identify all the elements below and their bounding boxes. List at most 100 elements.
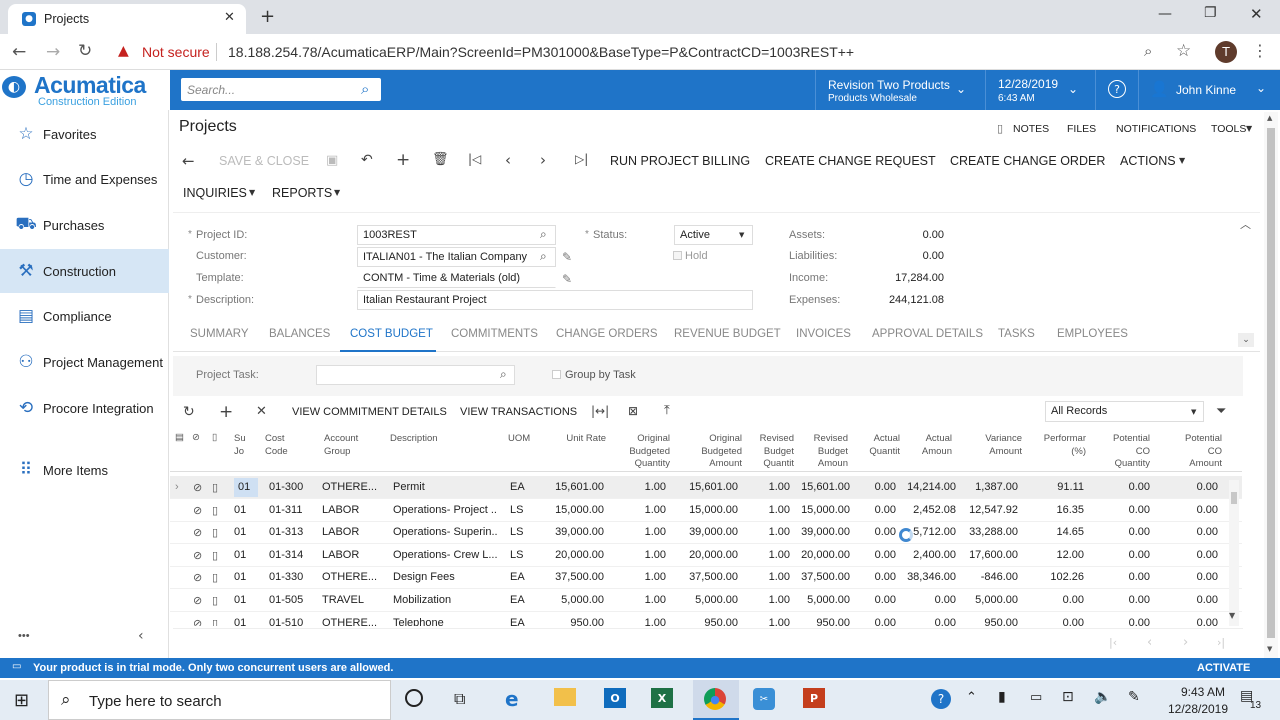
cell-original-amount[interactable]: 15,601.00 [670, 481, 738, 493]
hold-checkbox[interactable] [673, 251, 682, 260]
back-icon[interactable]: ← [182, 152, 195, 170]
cell-account-group[interactable]: OTHERE... [322, 571, 380, 583]
cell-potential-co-qty[interactable]: 0.00 [1095, 481, 1150, 493]
cell-variance-amount[interactable]: 17,600.00 [960, 549, 1018, 561]
customer-field[interactable]: ITALIAN01 - The Italian Company [357, 247, 556, 267]
collapse-sidebar-icon[interactable]: ‹ [138, 628, 144, 644]
cell-variance-amount[interactable]: 12,547.92 [960, 504, 1018, 516]
note-icon[interactable]: ▯ [212, 549, 218, 562]
attachment-icon[interactable]: ⊘ [193, 594, 202, 607]
cell-actual-amount[interactable]: 38,346.00 [900, 571, 956, 583]
user-menu[interactable]: 👤 John Kinne ⌄ [1140, 70, 1280, 110]
cell-performance[interactable]: 12.00 [1030, 549, 1084, 561]
tab-revenue-budget[interactable]: REVENUE BUDGET [674, 328, 781, 340]
cell-uom[interactable]: LS [510, 549, 540, 561]
edge-icon[interactable]: e [505, 687, 519, 711]
cell-original-qty[interactable]: 1.00 [620, 526, 666, 538]
pager-prev-icon[interactable]: ‹ [1147, 635, 1152, 650]
cell-cost-code[interactable]: 01-505 [269, 594, 319, 606]
tab-cost-budget[interactable]: COST BUDGET [350, 328, 433, 340]
template-field[interactable]: CONTM - Time & Materials (old) [357, 268, 556, 288]
cell-revised-amount[interactable]: 15,601.00 [790, 481, 850, 493]
search-input[interactable]: Search... ⌕ [181, 78, 381, 101]
cell-potential-co-amount[interactable]: 0.00 [1160, 617, 1218, 626]
tab-approval-details[interactable]: APPROVAL DETAILS [872, 328, 983, 340]
table-row[interactable]: ⊘ ▯ 01 01-314 LABOR Operations- Crew L... LS 20… [170, 544, 1242, 567]
delete-icon[interactable]: 🗑 [432, 152, 449, 167]
search-icon[interactable]: ⌕ [361, 80, 369, 98]
cell-performance[interactable]: 0.00 [1030, 594, 1084, 606]
sidebar-item-procore-integration[interactable]: ⟲ Procore Integration [0, 386, 169, 430]
cell-original-amount[interactable]: 39,000.00 [670, 526, 738, 538]
col-uom[interactable]: UOM [508, 433, 530, 446]
cell-task[interactable]: 01 [234, 504, 258, 516]
close-tab-icon[interactable]: ✕ [224, 10, 235, 25]
cell-performance[interactable]: 14.65 [1030, 526, 1084, 538]
cell-original-amount[interactable]: 950.00 [670, 617, 738, 626]
chrome-icon[interactable]: ● [704, 688, 726, 710]
cell-revised-qty[interactable]: 1.00 [745, 617, 790, 626]
cell-cost-code[interactable]: 01-311 [269, 504, 319, 516]
cell-cost-code[interactable]: 01-510 [269, 617, 319, 626]
tab-employees[interactable]: EMPLOYEES [1057, 328, 1128, 340]
col-potential-co-amount[interactable]: Potential CO Amount [1172, 433, 1222, 471]
expand-tabs-icon[interactable]: ⌄ [1238, 333, 1254, 347]
scroll-down-icon[interactable]: ▼ [1267, 645, 1272, 653]
date-selector[interactable]: 12/28/2019 6:43 AM ⌄ [985, 70, 1095, 110]
cell-cost-code[interactable]: 01-300 [269, 481, 319, 493]
refresh-icon[interactable]: ↻ [183, 404, 195, 420]
cell-uom[interactable]: EA [510, 571, 540, 583]
zoom-icon[interactable]: ⌕ [1144, 42, 1152, 60]
col-variance-amount[interactable]: Variance Amount [970, 433, 1022, 458]
cell-cost-code[interactable]: 01-330 [269, 571, 319, 583]
records-filter-select[interactable]: All Records [1045, 401, 1204, 422]
note-icon[interactable]: ▯ [212, 504, 218, 517]
taskbar-time[interactable]: 9:43 AM [1168, 685, 1238, 699]
cell-original-amount[interactable]: 15,000.00 [670, 504, 738, 516]
tab-summary[interactable]: SUMMARY [190, 328, 249, 340]
restore-icon[interactable]: ❐ [1204, 5, 1217, 21]
project-task-field[interactable] [316, 365, 515, 385]
cell-description[interactable]: Operations- Project ... [393, 504, 497, 516]
page-scrollbar[interactable]: ▲ ▼ [1264, 112, 1278, 658]
cell-unit-rate[interactable]: 950.00 [546, 617, 604, 626]
col-original-qty[interactable]: Original Budgeted Quantity [620, 433, 670, 471]
cell-uom[interactable]: EA [510, 617, 540, 626]
cell-uom[interactable]: LS [510, 526, 540, 538]
reload-icon[interactable]: ↻ [78, 41, 92, 61]
edit-pencil-icon[interactable]: ✎ [562, 272, 572, 286]
attachment-icon[interactable]: ⊘ [193, 549, 202, 562]
notes-link[interactable]: NOTES [1013, 123, 1049, 135]
table-row[interactable]: ⊘ ▯ 01 01-510 OTHERE... Telephone EA 950.00 1.00… [170, 612, 1242, 626]
scroll-down-icon[interactable]: ▼ [1229, 611, 1235, 620]
powerpoint-icon[interactable]: P [803, 688, 825, 708]
tab-change-orders[interactable]: CHANGE ORDERS [556, 328, 658, 340]
cell-actual-qty[interactable]: 0.00 [855, 504, 896, 516]
sidebar-item-time-and-expenses[interactable]: ◷ Time and Expenses [0, 157, 169, 201]
cell-potential-co-qty[interactable]: 0.00 [1095, 594, 1150, 606]
add-row-icon[interactable]: + [219, 402, 233, 422]
note-icon[interactable]: ▯ [212, 481, 218, 494]
cell-description[interactable]: Telephone [393, 617, 497, 626]
cell-potential-co-qty[interactable]: 0.00 [1095, 571, 1150, 583]
taskbar-search-box[interactable]: ⌕ Type here to search [48, 680, 391, 720]
volume-icon[interactable]: 🔈 [1094, 689, 1111, 705]
bookmark-star-icon[interactable]: ☆ [1176, 41, 1191, 61]
cell-performance[interactable]: 91.11 [1030, 481, 1084, 493]
tab-tasks[interactable]: TASKS [998, 328, 1035, 340]
lookup-icon[interactable]: ⌕ [540, 227, 547, 242]
upload-icon[interactable]: ⤒ [664, 403, 670, 418]
outlook-icon[interactable]: O [604, 688, 626, 708]
pager-last-icon[interactable]: ›| [1217, 636, 1225, 649]
previous-record-icon[interactable]: ‹ [505, 151, 511, 169]
cell-unit-rate[interactable]: 5,000.00 [546, 594, 604, 606]
cell-unit-rate[interactable]: 15,601.00 [546, 481, 604, 493]
cell-revised-amount[interactable]: 950.00 [790, 617, 850, 626]
tray-chevron-icon[interactable]: ⌃ [966, 690, 977, 705]
collapse-form-icon[interactable]: ︿ [1240, 216, 1251, 232]
pager-first-icon[interactable]: |‹ [1109, 636, 1117, 649]
tools-menu[interactable]: TOOLS [1211, 123, 1246, 135]
note-icon[interactable]: ▯ [212, 594, 218, 607]
grid-scrollbar[interactable] [1229, 480, 1239, 626]
page-scroll-thumb[interactable] [1267, 128, 1275, 638]
